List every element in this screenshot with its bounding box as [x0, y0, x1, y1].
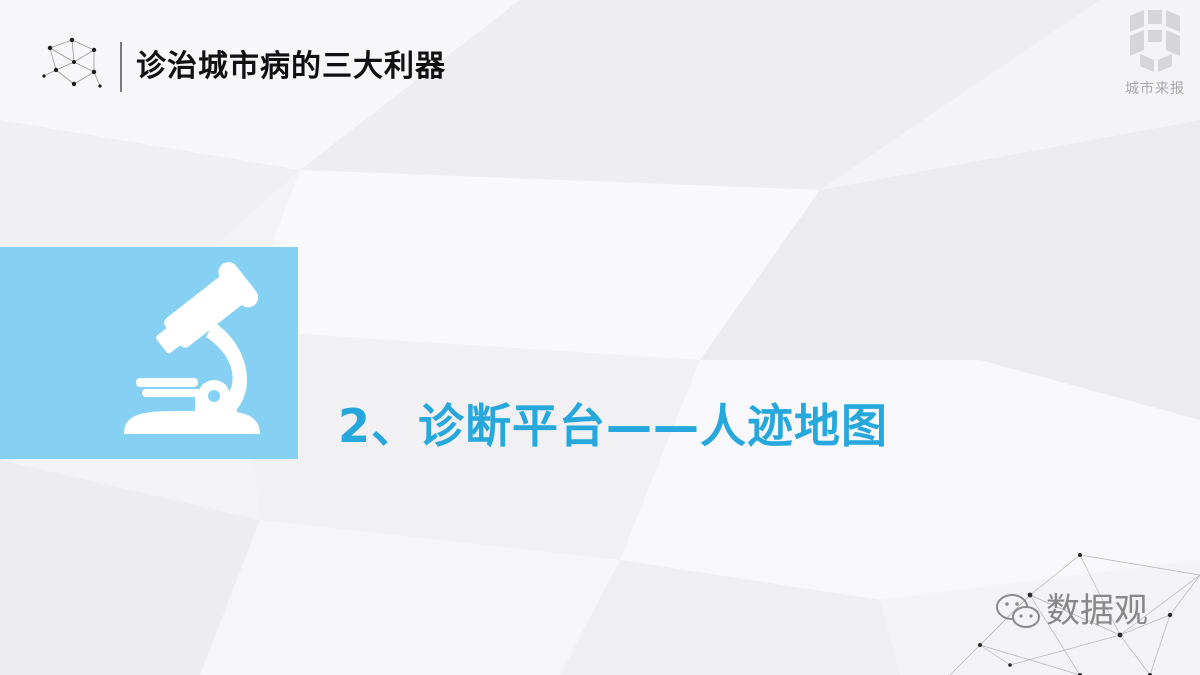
network-graph-icon — [42, 36, 106, 92]
watermark-text: 数据观 — [1046, 591, 1148, 631]
brand-logo-text: 城市来报 — [1125, 81, 1185, 97]
feature-panel — [0, 247, 298, 459]
wechat-icon — [996, 594, 1040, 628]
slide-title: 诊治城市病的三大利器 — [136, 49, 446, 84]
section-title: 2、诊断平台——人迹地图 — [338, 399, 889, 453]
brand-logo: 城市来报 — [1118, 6, 1192, 102]
cube-logo-icon — [1130, 10, 1180, 72]
header-divider — [120, 42, 122, 92]
